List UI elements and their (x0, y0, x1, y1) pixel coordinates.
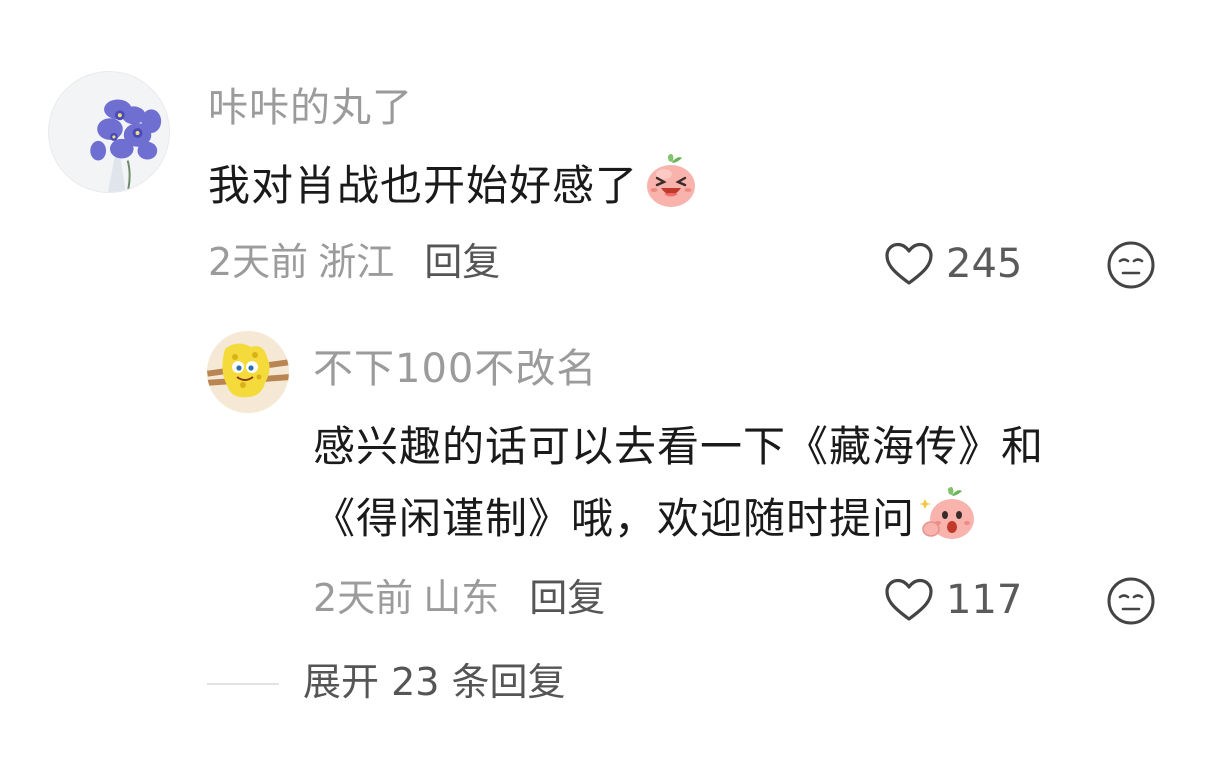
comment-thread: 咔咔的丸了 我对肖战也开始好感了 2天前 浙江 回复 245 不下100不改名 … (0, 0, 1206, 770)
like-button[interactable]: 245 (884, 240, 1022, 288)
reply-time: 2天前 (313, 576, 414, 620)
reply-location: 山东 (423, 576, 500, 620)
comment-text: 我对肖战也开始好感了 (208, 150, 700, 222)
unamused-face-icon (1107, 241, 1155, 289)
heart-icon (884, 241, 934, 287)
reply-meta: 2天前 山东 回复 (313, 574, 605, 622)
reply-text-body: 《得闲谨制》哦，欢迎随时提问 (313, 494, 916, 543)
expand-replies-button[interactable]: 展开 23 条回复 (303, 658, 566, 706)
reply-button[interactable]: 回复 (424, 240, 500, 284)
unamused-face-icon (1107, 577, 1155, 625)
comment-username[interactable]: 咔咔的丸了 (208, 84, 413, 132)
comment-time: 2天前 (208, 240, 309, 284)
laughing-peach-emoji-icon (642, 152, 700, 210)
like-button[interactable]: 117 (884, 576, 1022, 624)
reply-text-line: 感兴趣的话可以去看一下《藏海传》和 (313, 422, 1045, 471)
dislike-button[interactable] (1106, 576, 1156, 626)
comment-text-body: 我对肖战也开始好感了 (208, 161, 639, 210)
like-count: 117 (946, 577, 1023, 623)
reply-text-line: 《得闲谨制》哦，欢迎随时提问 (313, 483, 1113, 555)
comment-location: 浙江 (318, 240, 395, 284)
excited-peach-emoji-icon (919, 485, 977, 543)
sponge-cartoon-avatar-icon (207, 331, 289, 413)
reply-text: 感兴趣的话可以去看一下《藏海传》和 《得闲谨制》哦，欢迎随时提问 (313, 411, 1113, 555)
expand-divider (207, 683, 279, 685)
dislike-button[interactable] (1106, 240, 1156, 290)
purple-flowers-avatar-icon (49, 72, 169, 192)
comment-meta: 2天前 浙江 回复 (208, 238, 500, 286)
like-count: 245 (946, 241, 1023, 287)
reply-button[interactable]: 回复 (529, 576, 605, 620)
reply-username[interactable]: 不下100不改名 (313, 345, 597, 393)
avatar[interactable] (48, 71, 170, 193)
avatar[interactable] (207, 331, 289, 413)
heart-icon (884, 577, 934, 623)
